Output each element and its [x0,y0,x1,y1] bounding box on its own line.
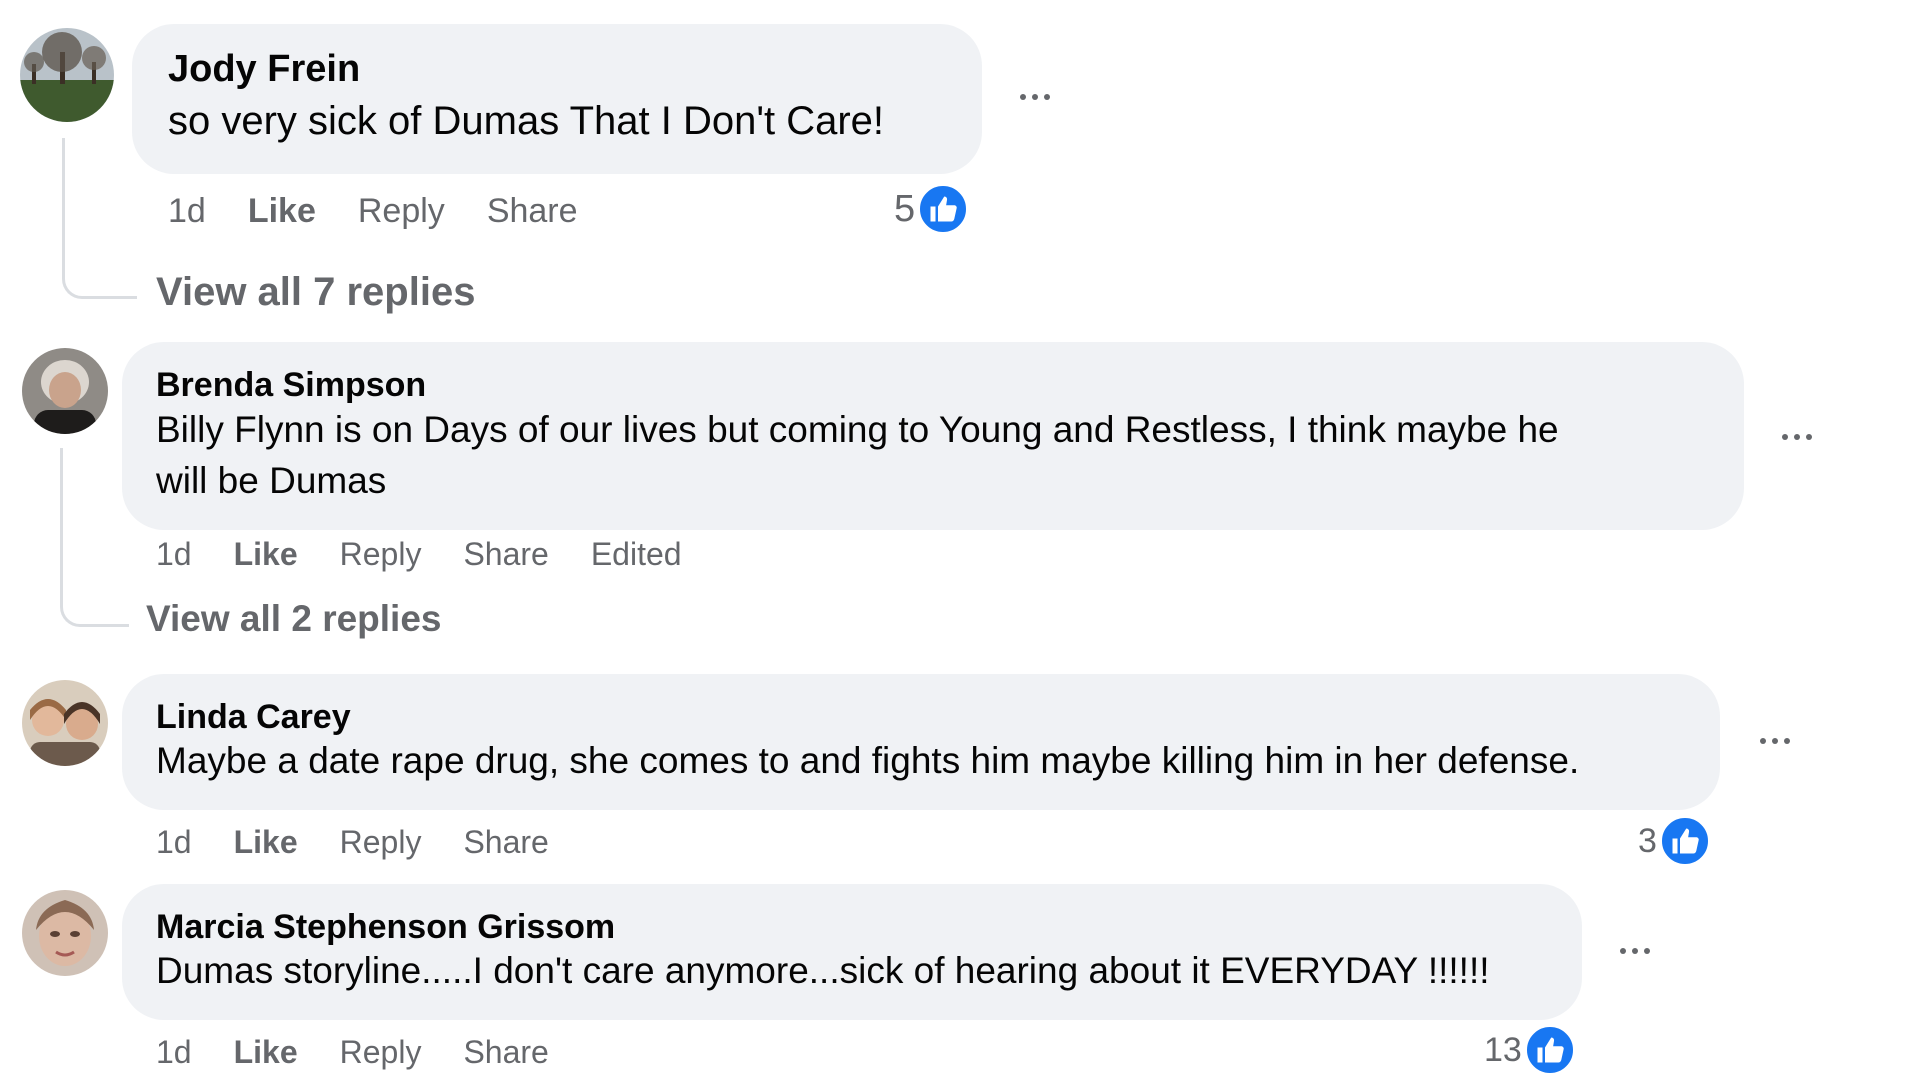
avatar-image [22,890,108,976]
more-options-icon [1620,948,1626,954]
comment-timestamp[interactable]: 1d [156,536,192,573]
more-options-button[interactable] [1782,434,1812,440]
like-button[interactable]: Like [248,192,316,231]
more-options-button[interactable] [1020,94,1050,100]
comment-author[interactable]: Jody Frein [168,48,360,91]
comment-timestamp[interactable]: 1d [156,1034,192,1071]
like-thumb-icon [1523,1024,1576,1076]
share-button[interactable]: Share [487,192,578,231]
more-options-icon [1782,434,1788,440]
avatar-image [20,28,114,122]
comment-timestamp[interactable]: 1d [168,192,206,231]
comment-text-line-1: Billy Flynn is on Days of our lives but … [156,409,1559,450]
comment-actions: 1d Like Reply Share [156,1032,591,1072]
more-options-button[interactable] [1760,738,1790,744]
comments-section: Jody Frein so very sick of Dumas That I … [0,0,1920,1080]
more-options-icon [1760,738,1766,744]
reply-button[interactable]: Reply [340,536,422,573]
share-button[interactable]: Share [463,1034,548,1071]
more-options-button[interactable] [1620,948,1650,954]
comment-actions: 1d Like Reply Share [168,190,620,232]
comment-author[interactable]: Linda Carey [156,698,351,737]
comment-timestamp[interactable]: 1d [156,824,192,861]
avatar-image [22,348,108,434]
comment-actions: 1d Like Reply Share [156,822,591,862]
like-thumb-icon [1658,815,1711,867]
edited-label: Edited [590,535,682,572]
more-options-icon [1020,94,1026,100]
thread-connector [60,448,129,627]
reaction-summary[interactable]: 3 [1638,815,1711,867]
reaction-count: 5 [894,187,916,230]
comment-author[interactable]: Brenda Simpson [156,366,426,405]
share-button[interactable]: Share [463,536,548,573]
comment-text: Dumas storyline.....I don't care anymore… [156,950,1490,991]
thread-connector [62,138,137,299]
reply-button[interactable]: Reply [358,192,445,231]
reply-button[interactable]: Reply [340,1034,422,1071]
reaction-summary[interactable]: 5 [894,183,970,235]
reaction-summary[interactable]: 13 [1484,1024,1576,1076]
avatar-image [22,680,108,766]
like-button[interactable]: Like [234,824,298,861]
like-button[interactable]: Like [234,536,298,573]
avatar-brenda-simpson[interactable] [22,348,108,434]
reaction-count: 3 [1638,821,1657,860]
reply-button[interactable]: Reply [340,824,422,861]
share-button[interactable]: Share [463,824,548,861]
view-replies-link[interactable]: View all 2 replies [146,598,442,640]
avatar-jody-frein[interactable] [20,28,114,122]
comment-author[interactable]: Marcia Stephenson Grissom [156,908,615,947]
view-replies-link[interactable]: View all 7 replies [156,270,475,315]
comment-text-line-2: will be Dumas [156,460,387,501]
reaction-count: 13 [1484,1030,1522,1069]
comment-text: so very sick of Dumas That I Don't Care! [168,99,885,143]
like-thumb-icon [917,183,970,235]
avatar-linda-carey[interactable] [22,680,108,766]
comment-actions: 1d Like Reply Share Edited [156,534,724,574]
comment-text: Maybe a date rape drug, she comes to and… [156,740,1580,781]
like-button[interactable]: Like [234,1034,298,1071]
avatar-marcia-stephenson-grissom[interactable] [22,890,108,976]
